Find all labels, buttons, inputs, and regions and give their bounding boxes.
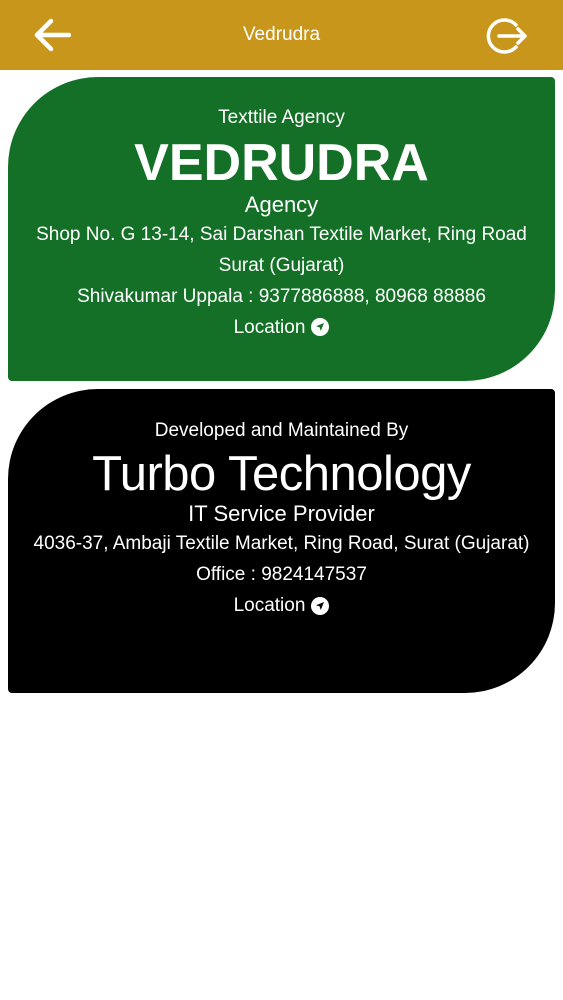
app-bar: Vedrudra [0,0,563,70]
developer-location-label: Location [233,595,306,617]
developer-subtitle: IT Service Provider [188,501,375,527]
agency-contact[interactable]: Shivakumar Uppala : 9377886888, 80968 88… [18,281,545,312]
agency-overline: Texttile Agency [218,107,345,128]
agency-address: Shop No. G 13-14, Sai Darshan Textile Ma… [36,223,527,276]
logout-button[interactable] [482,13,530,59]
agency-subtitle: Agency [244,191,319,217]
agency-card: Texttile Agency VEDRUDRA Agency Shop No.… [8,77,555,381]
navigation-circle-icon [311,596,330,615]
agency-location-label: Location [233,316,306,338]
agency-name: VEDRUDRA [134,134,429,192]
developer-contact[interactable]: Office : 9824147537 [18,559,545,590]
logout-icon [486,18,527,54]
navigation-circle-icon [311,318,330,337]
page-title: Vedrudra [242,24,321,45]
developer-overline: Developed and Maintained By [154,420,409,441]
developer-name: Turbo Technology [92,447,471,501]
developer-address: 4036-37, Ambaji Textile Market, Ring Roa… [33,533,530,555]
developer-card: Developed and Maintained By Turbo Techno… [8,389,555,693]
developer-location-link[interactable]: Location [234,590,330,621]
agency-location-link[interactable]: Location [234,312,330,343]
